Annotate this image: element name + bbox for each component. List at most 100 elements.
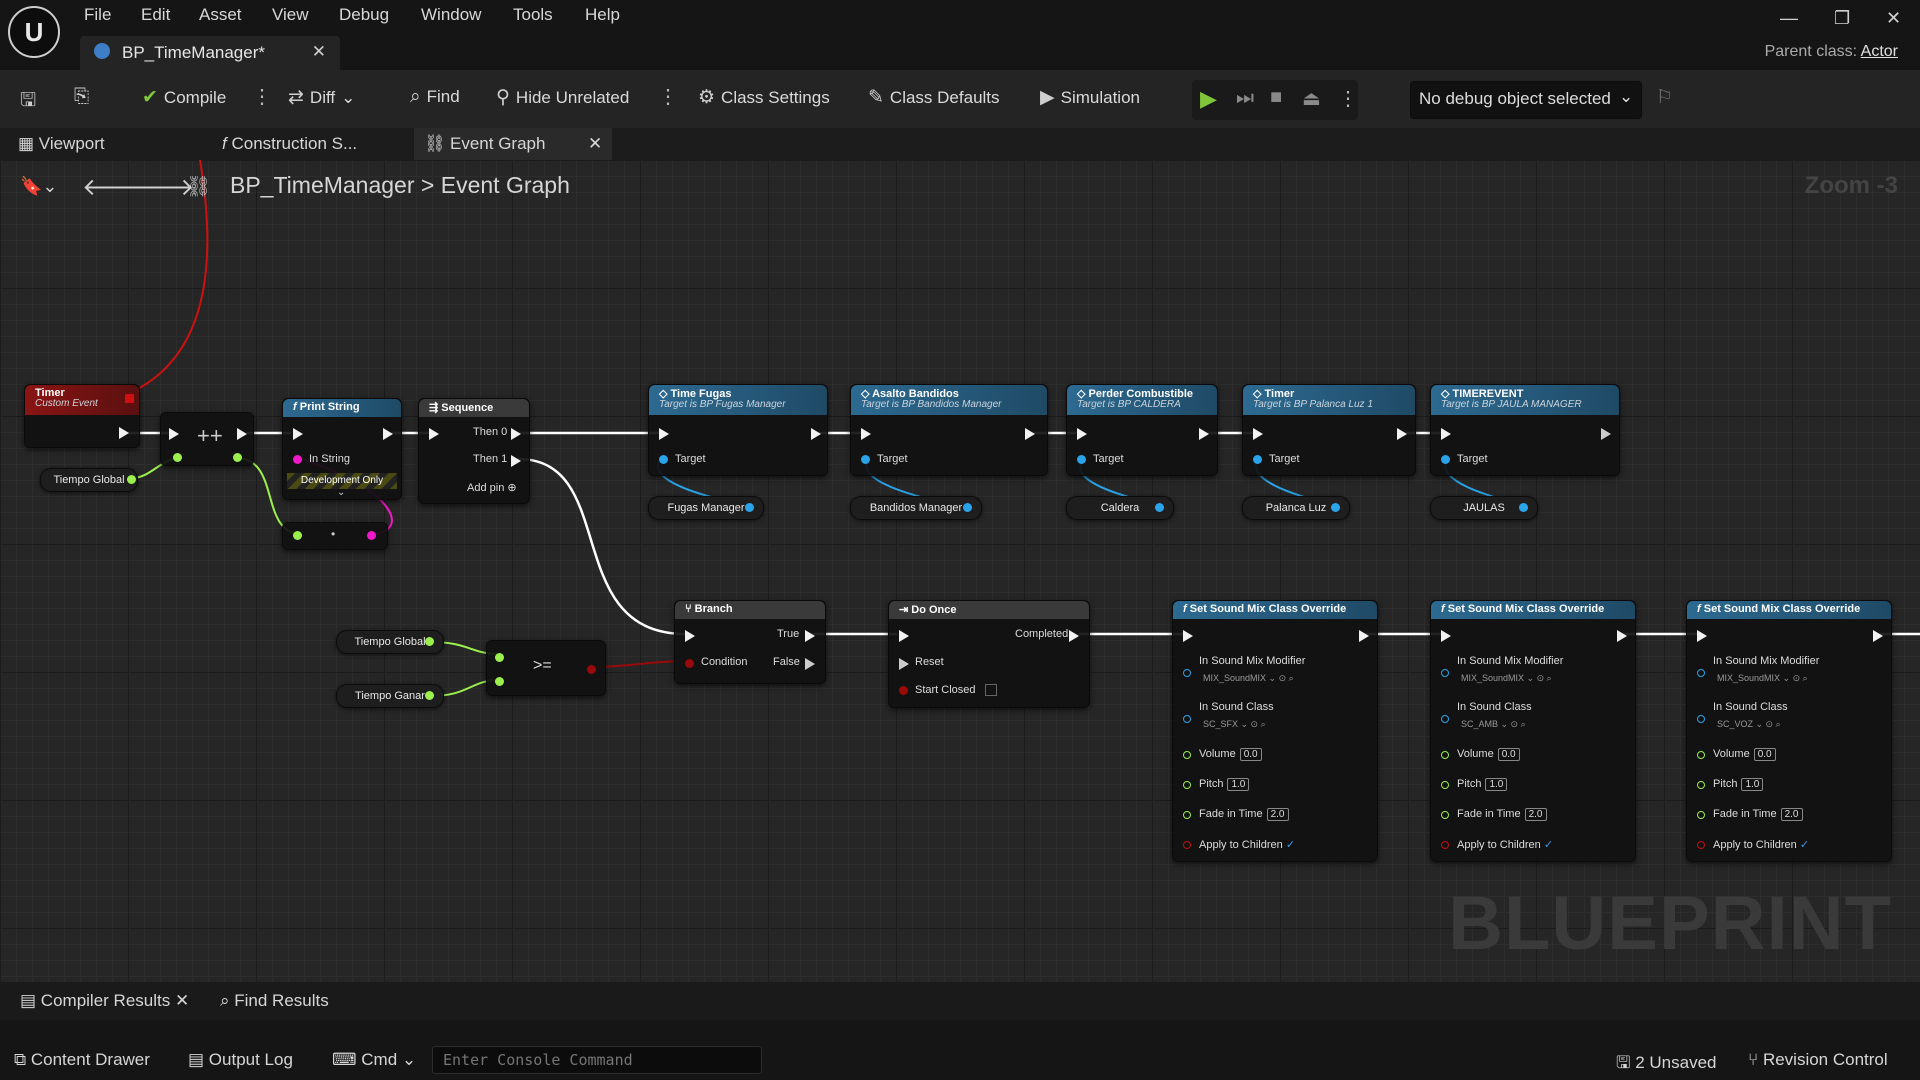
increment-node[interactable]: ++ [160,412,254,466]
restore-icon[interactable]: ❐ [1834,8,1850,29]
exec-out-pin[interactable] [511,428,521,440]
jaulas-variable[interactable]: JAULAS [1430,496,1538,520]
debug-object-dropdown[interactable]: No debug object selected ⌄ [1410,81,1642,119]
fade-input[interactable]: 2.0 [1524,808,1547,821]
tab-viewport[interactable]: ▦ Viewport [18,134,105,154]
object-pin[interactable] [659,455,668,464]
tab-find-results[interactable]: ⌕ Find Results [220,991,329,1011]
bool-pin[interactable] [587,665,596,674]
exec-in-pin[interactable] [169,428,179,440]
reset-pin[interactable] [899,658,909,670]
float-pin[interactable] [293,531,302,540]
object-pin[interactable] [1441,715,1449,723]
compile-button[interactable]: ✔ Compile [142,86,226,109]
compare-greater-equal-node[interactable]: >= [486,640,606,696]
print-string-node[interactable]: f Print String In String Development Onl… [282,398,402,500]
unsaved-button[interactable]: 🖫 2 Unsaved [1616,1050,1717,1079]
exec-out-pin[interactable] [805,630,815,642]
simulation-button[interactable]: ▶ Simulation [1040,86,1140,109]
call-node-time-fugas[interactable]: ◇ Time Fugas Target is BP Fugas Manager … [648,384,828,476]
string-pin[interactable] [293,455,302,464]
exec-out-pin[interactable] [237,428,247,440]
branch-node[interactable]: ⑂ Branch True Condition False [674,600,826,684]
exec-in-pin[interactable] [659,428,669,440]
browse-icon[interactable]: ⎘ [74,86,89,108]
breadcrumb-current[interactable]: Event Graph [441,172,570,198]
object-pin[interactable] [1155,503,1164,512]
exec-out-pin[interactable] [383,428,393,440]
float-pin[interactable] [1183,751,1191,759]
compile-options-icon[interactable]: ⋮ [252,84,272,109]
document-tab[interactable]: BP_TimeManager* ✕ [80,36,340,70]
conversion-node[interactable]: • [282,522,388,550]
object-pin[interactable] [1441,669,1449,677]
exec-in-pin[interactable] [899,630,909,642]
bookmark-icon[interactable]: 🔖⌄ [20,176,58,197]
object-pin[interactable] [1077,455,1086,464]
bool-pin[interactable] [1183,841,1191,849]
bool-pin[interactable] [1697,841,1705,849]
float-pin[interactable] [1441,751,1449,759]
diff-button[interactable]: ⇄ Diff ⌄ [288,86,355,109]
pitch-input[interactable]: 1.0 [1227,778,1250,791]
object-pin[interactable] [745,503,754,512]
exec-out-pin[interactable] [1025,428,1035,440]
exec-in-pin[interactable] [1441,428,1451,440]
content-drawer-button[interactable]: ⧉ Content Drawer [14,1050,150,1070]
sound-mix-dropdown[interactable]: MIX_SoundMIX ⌄ ⊙ ⌕ [1461,673,1552,684]
tab-event-graph[interactable]: ⛓ Event Graph ✕ [414,128,612,160]
menu-asset[interactable]: Asset [199,5,242,25]
call-node-perder-combustible[interactable]: ◇ Perder Combustible Target is BP CALDER… [1066,384,1218,476]
exec-in-pin[interactable] [1441,630,1451,642]
palanca-luz-variable[interactable]: Palanca Luz [1242,496,1350,520]
exec-out-pin[interactable] [119,427,129,439]
minimize-icon[interactable]: — [1780,8,1798,29]
exec-out-pin[interactable] [1069,630,1079,642]
sound-class-dropdown[interactable]: SC_VOZ ⌄ ⊙ ⌕ [1717,719,1781,730]
float-pin[interactable] [425,691,434,700]
apply-children-checkbox[interactable]: ✓ [1286,839,1295,851]
menu-tools[interactable]: Tools [513,5,553,25]
float-pin[interactable] [173,453,182,462]
float-pin[interactable] [1697,781,1705,789]
pitch-input[interactable]: 1.0 [1485,778,1508,791]
fade-input[interactable]: 2.0 [1780,808,1803,821]
object-pin[interactable] [1441,455,1450,464]
fade-input[interactable]: 2.0 [1266,808,1289,821]
sound-mix-dropdown[interactable]: MIX_SoundMIX ⌄ ⊙ ⌕ [1203,673,1294,684]
bool-pin[interactable] [899,686,908,695]
exec-in-pin[interactable] [1183,630,1193,642]
exec-in-pin[interactable] [429,428,439,440]
tab-construction-script[interactable]: f Construction S... [222,134,357,154]
caldera-variable[interactable]: Caldera [1066,496,1174,520]
console-command-input[interactable] [432,1046,762,1074]
float-pin[interactable] [1697,751,1705,759]
find-button[interactable]: ⌕ Find [410,86,460,108]
menu-edit[interactable]: Edit [141,5,170,25]
float-pin[interactable] [425,637,434,646]
exec-in-pin[interactable] [1253,428,1263,440]
float-pin[interactable] [1697,811,1705,819]
close-tab-icon[interactable]: ✕ [588,134,602,154]
exec-in-pin[interactable] [1697,630,1707,642]
volume-input[interactable]: 0.0 [1753,748,1776,761]
exec-out-pin[interactable] [1397,428,1407,440]
parent-class-link[interactable]: Actor [1861,43,1898,60]
breadcrumb-root[interactable]: BP_TimeManager [230,172,415,198]
object-pin[interactable] [1519,503,1528,512]
sound-mix-dropdown[interactable]: MIX_SoundMIX ⌄ ⊙ ⌕ [1717,673,1808,684]
menu-window[interactable]: Window [421,5,481,25]
start-closed-checkbox[interactable] [985,684,997,696]
unreal-logo-icon[interactable]: U [8,6,60,58]
fugas-manager-variable[interactable]: Fugas Manager [648,496,764,520]
stop-icon[interactable]: ■ [1270,86,1282,109]
class-settings-button[interactable]: ⚙ Class Settings [698,86,830,109]
output-log-button[interactable]: ▤ Output Log [188,1050,293,1070]
set-sound-mix-node-sfx[interactable]: f Set Sound Mix Class Override In Sound … [1172,600,1378,862]
sequence-node[interactable]: ⇶ Sequence Then 0 Then 1 Add pin ⊕ [418,398,530,504]
close-tab-icon[interactable]: ✕ [175,991,189,1010]
tiempo-ganar-variable[interactable]: Tiempo Ganar [336,684,444,708]
volume-input[interactable]: 0.0 [1239,748,1262,761]
menu-file[interactable]: File [84,5,111,25]
exec-out-pin[interactable] [805,658,815,670]
